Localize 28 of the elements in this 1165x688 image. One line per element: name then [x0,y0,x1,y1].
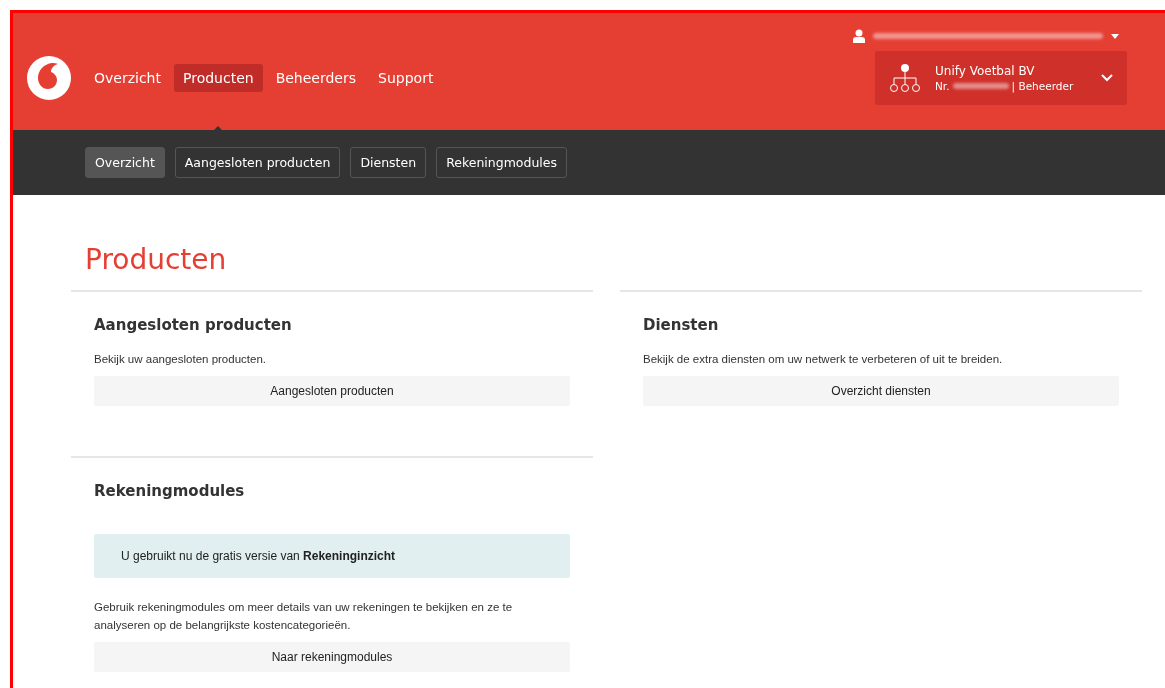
redacted-number [952,83,1009,89]
info-notice: U gebruikt nu de gratis versie van Rekeninginzicht [94,534,570,578]
chevron-down-icon [1101,74,1113,82]
sub-tab[interactable]: Diensten [350,147,427,178]
number-label: Nr. [935,80,950,92]
sub-tab[interactable]: Rekeningmodules [436,147,568,178]
card-button[interactable]: Naar rekeningmodules [94,642,570,672]
sub-tab[interactable]: Aangesloten producten [174,147,341,178]
sub-tab[interactable]: Overzicht [85,147,165,178]
card-title: Rekeningmodules [94,482,246,500]
card-text: Bekijk uw aangesloten producten. [94,352,267,367]
page-title: Producten [85,243,228,276]
nav-tab[interactable]: Support [369,64,443,92]
card-button[interactable]: Overzicht diensten [643,376,1119,406]
hierarchy-icon [889,63,921,93]
card-title: Aangesloten producten [94,316,293,334]
card-text: Bekijk de extra diensten om uw netwerk te verbeteren of uit te breiden. [643,352,1004,367]
card-title: Diensten [643,316,720,334]
nav-tab[interactable]: Overzicht [85,64,170,92]
account-switcher[interactable]: Unify Voetbal BV Nr. | Beheerder [875,51,1127,105]
logo-icon[interactable] [26,55,72,101]
card-button[interactable]: Aangesloten producten [94,376,570,406]
account-role: | Beheerder [1011,80,1074,92]
user-icon [853,29,865,43]
account-name: Unify Voetbal BV [935,64,1036,78]
nav-tab[interactable]: Beheerders [266,64,366,92]
card-text: Gebruik rekeningmodules om meer details van uw rekeningen te bekijken en ze te analyseren op de belangrijkste kostencategorieën. [94,600,514,633]
caret-icon[interactable] [1111,33,1119,39]
